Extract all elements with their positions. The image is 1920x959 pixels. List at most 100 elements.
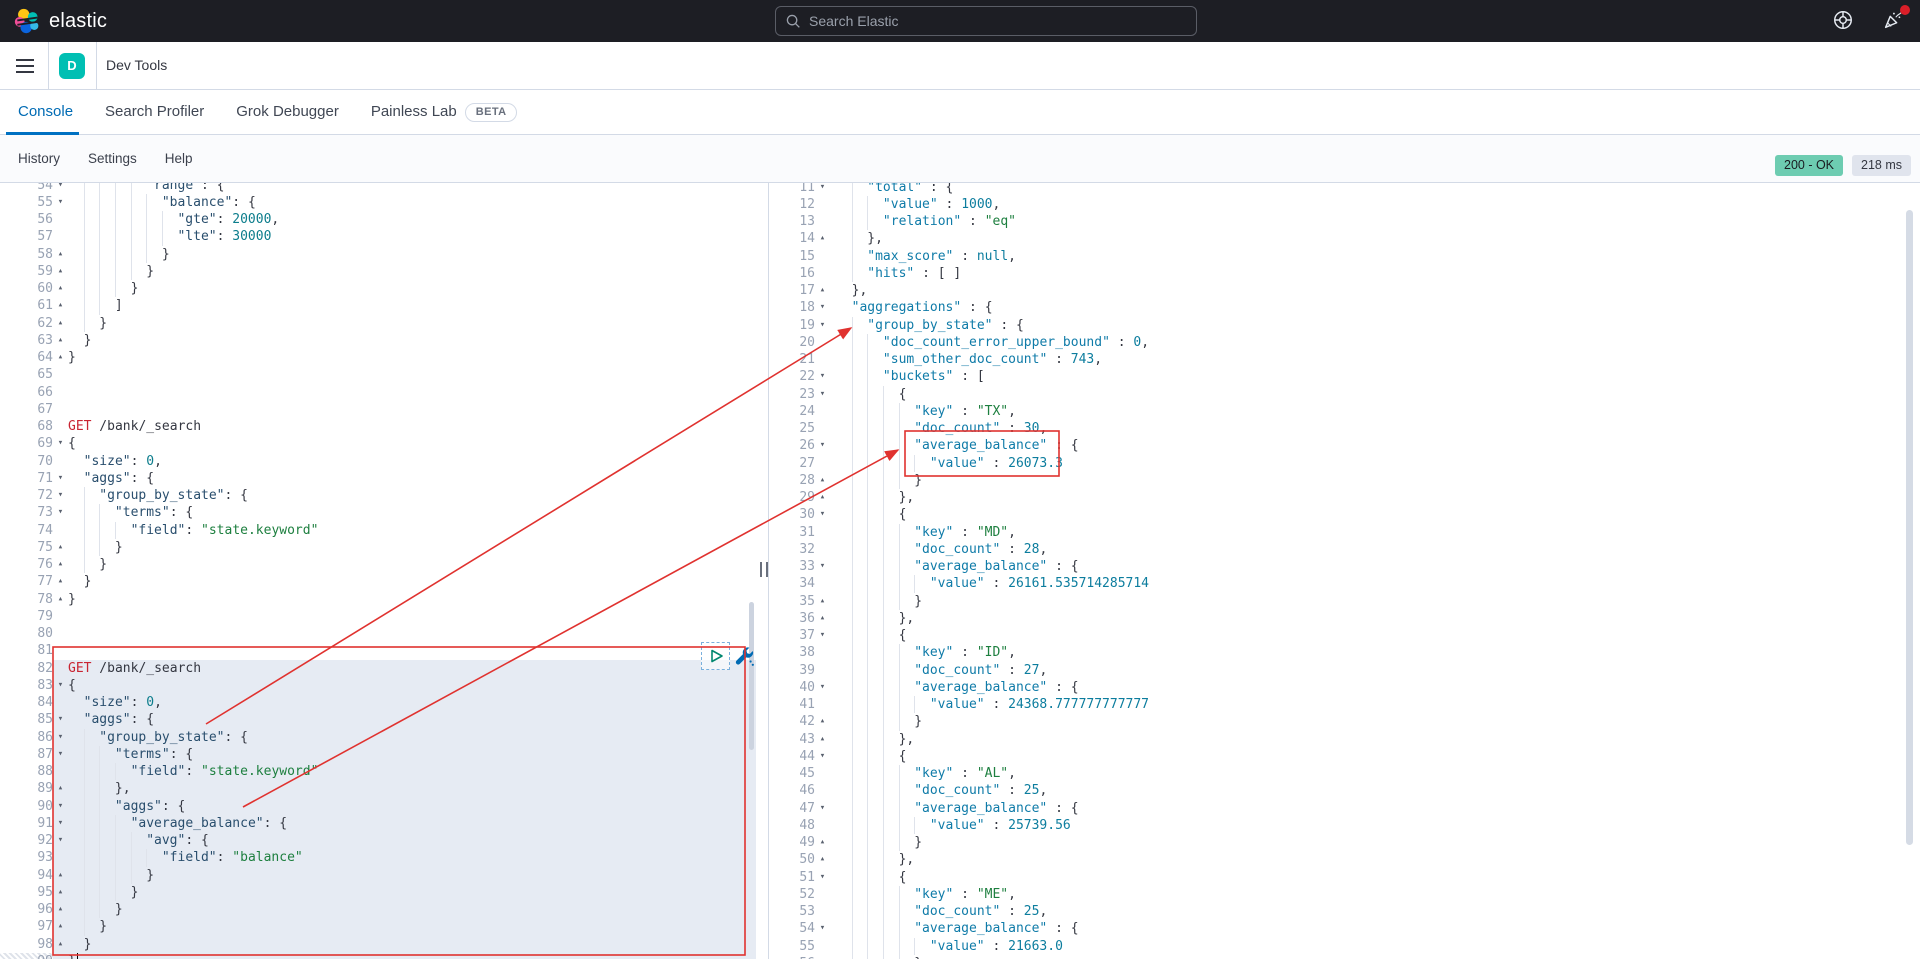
fold-toggle-icon[interactable]: ▾ — [815, 869, 830, 886]
menu-item-history[interactable]: History — [18, 151, 60, 166]
elastic-home-link[interactable]: elastic — [14, 0, 107, 42]
wrench-button[interactable] — [733, 645, 755, 667]
panel-resizer-handle[interactable] — [760, 562, 768, 577]
fold-toggle-icon[interactable]: ▾ — [53, 711, 68, 728]
line-number: 36 — [770, 610, 815, 627]
fold-toggle-icon[interactable]: ▴ — [53, 297, 68, 314]
fold-toggle-icon[interactable]: ▴ — [53, 539, 68, 556]
fold-toggle-icon[interactable]: ▾ — [815, 317, 830, 334]
fold-toggle-icon[interactable]: ▴ — [53, 953, 68, 959]
code-token: : { — [1047, 558, 1078, 575]
fold-toggle-icon[interactable]: ▴ — [815, 834, 830, 851]
fold-spacer — [53, 849, 68, 866]
fold-toggle-icon[interactable]: ▾ — [815, 368, 830, 385]
fold-toggle-icon[interactable]: ▾ — [815, 506, 830, 523]
fold-toggle-icon[interactable]: ▾ — [53, 815, 68, 832]
fold-toggle-icon[interactable]: ▴ — [815, 955, 830, 959]
fold-toggle-icon[interactable]: ▾ — [53, 729, 68, 746]
request-editor[interactable]: 54▾"range": {55▾"balance": {56"gte": 200… — [0, 183, 756, 959]
fold-toggle-icon[interactable]: ▴ — [53, 263, 68, 280]
fold-toggle-icon[interactable]: ▾ — [815, 920, 830, 937]
right-scrollbar-thumb[interactable] — [1906, 210, 1913, 845]
send-request-button[interactable] — [701, 642, 730, 670]
fold-toggle-icon[interactable]: ▾ — [53, 798, 68, 815]
fold-toggle-icon[interactable]: ▴ — [815, 731, 830, 748]
fold-toggle-icon[interactable]: ▴ — [53, 884, 68, 901]
fold-toggle-icon[interactable]: ▾ — [815, 800, 830, 817]
indent-guide — [84, 729, 100, 746]
fold-toggle-icon[interactable]: ▾ — [53, 194, 68, 211]
fold-toggle-icon[interactable]: ▴ — [53, 780, 68, 797]
line-number: 18 — [770, 299, 815, 316]
newsfeed-party-popper-icon[interactable] — [1882, 9, 1906, 33]
fold-toggle-icon[interactable]: ▾ — [815, 299, 830, 316]
code-content: "aggs": { — [68, 711, 756, 728]
fold-toggle-icon[interactable]: ▾ — [53, 677, 68, 694]
code-token: "key" — [914, 403, 953, 420]
fold-toggle-icon[interactable]: ▴ — [53, 936, 68, 953]
dev-tools-tabs: Console Search Profiler Grok Debugger Pa… — [0, 90, 1920, 135]
fold-toggle-icon[interactable]: ▴ — [815, 713, 830, 730]
fold-spacer — [815, 403, 830, 420]
fold-toggle-icon[interactable]: ▾ — [815, 679, 830, 696]
code-line: 60▴} — [0, 280, 756, 297]
fold-toggle-icon[interactable]: ▾ — [53, 504, 68, 521]
fold-toggle-icon[interactable]: ▾ — [815, 183, 830, 196]
code-line: 51▾{ — [770, 869, 1920, 886]
space-badge[interactable]: D — [59, 53, 85, 79]
indent-guide — [852, 817, 868, 834]
fold-toggle-icon[interactable]: ▴ — [53, 246, 68, 263]
code-content: "terms": { — [68, 746, 756, 763]
fold-toggle-icon[interactable]: ▴ — [53, 315, 68, 332]
left-scrollbar-thumb[interactable] — [749, 602, 754, 750]
fold-toggle-icon[interactable]: ▴ — [815, 489, 830, 506]
fold-toggle-icon[interactable]: ▴ — [53, 332, 68, 349]
fold-toggle-icon[interactable]: ▴ — [53, 556, 68, 573]
fold-toggle-icon[interactable]: ▴ — [815, 472, 830, 489]
fold-toggle-icon[interactable]: ▴ — [53, 918, 68, 935]
fold-toggle-icon[interactable]: ▴ — [815, 230, 830, 247]
menu-icon[interactable] — [16, 59, 34, 73]
line-number: 20 — [770, 334, 815, 351]
fold-toggle-icon[interactable]: ▾ — [53, 470, 68, 487]
code-token: : — [985, 696, 1008, 713]
fold-toggle-icon[interactable]: ▾ — [815, 386, 830, 403]
fold-toggle-icon[interactable]: ▾ — [53, 183, 68, 194]
fold-toggle-icon[interactable]: ▴ — [53, 901, 68, 918]
fold-toggle-icon[interactable]: ▴ — [53, 573, 68, 590]
fold-toggle-icon[interactable]: ▴ — [815, 610, 830, 627]
fold-toggle-icon[interactable]: ▾ — [815, 748, 830, 765]
fold-toggle-icon[interactable]: ▴ — [815, 851, 830, 868]
fold-toggle-icon[interactable]: ▴ — [53, 280, 68, 297]
fold-toggle-icon[interactable]: ▴ — [815, 282, 830, 299]
line-number: 70 — [0, 453, 53, 470]
fold-toggle-icon[interactable]: ▾ — [815, 437, 830, 454]
tab-console[interactable]: Console — [2, 90, 89, 134]
indent-guide — [899, 403, 915, 420]
indent-guide — [84, 522, 100, 539]
code-content: }, — [830, 282, 1920, 299]
search-input[interactable]: Search Elastic — [775, 6, 1197, 36]
indent-guide — [867, 713, 883, 730]
fold-toggle-icon[interactable]: ▾ — [53, 435, 68, 452]
fold-toggle-icon[interactable]: ▾ — [815, 627, 830, 644]
fold-toggle-icon[interactable]: ▾ — [53, 487, 68, 504]
menu-item-settings[interactable]: Settings — [88, 151, 137, 166]
fold-toggle-icon[interactable]: ▾ — [53, 832, 68, 849]
fold-toggle-icon[interactable]: ▾ — [53, 746, 68, 763]
tab-search-profiler[interactable]: Search Profiler — [89, 90, 220, 134]
fold-toggle-icon[interactable]: ▴ — [53, 349, 68, 366]
fold-toggle-icon[interactable]: ▴ — [53, 867, 68, 884]
indent-guide — [68, 763, 84, 780]
help-icon[interactable] — [1832, 9, 1856, 33]
response-viewer[interactable]: 11▾"total" : {12"value" : 1000,13"relati… — [770, 183, 1920, 959]
tab-painless-lab[interactable]: Painless Lab BETA — [355, 90, 534, 134]
menu-item-help[interactable]: Help — [165, 151, 193, 166]
indent-guide — [836, 851, 852, 868]
fold-toggle-icon[interactable]: ▾ — [815, 558, 830, 575]
fold-toggle-icon[interactable]: ▴ — [815, 593, 830, 610]
tab-grok-debugger[interactable]: Grok Debugger — [220, 90, 355, 134]
code-token: } — [131, 884, 139, 901]
code-token: : — [131, 453, 147, 470]
fold-toggle-icon[interactable]: ▴ — [53, 591, 68, 608]
